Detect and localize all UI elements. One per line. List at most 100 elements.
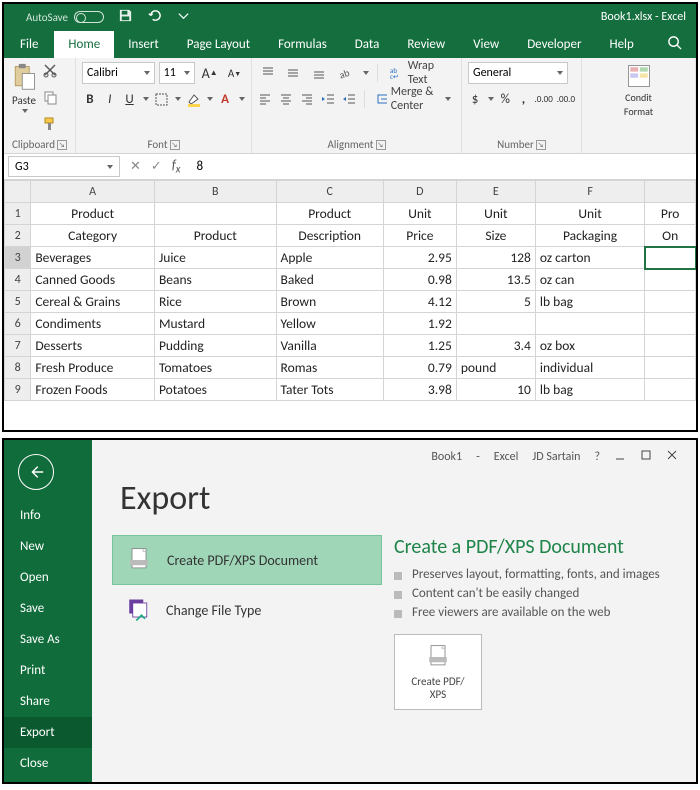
option-create-pdf-xps[interactable]: Create PDF/XPS Document [112, 535, 382, 585]
increase-decimal-icon[interactable]: .0.00 [535, 88, 553, 110]
nav-close[interactable]: Close [4, 748, 92, 779]
tab-page-layout[interactable]: Page Layout [173, 31, 264, 58]
search-icon[interactable] [661, 31, 688, 58]
copy-icon[interactable] [42, 89, 58, 110]
increase-indent-icon[interactable] [341, 88, 356, 110]
align-bottom-icon[interactable] [309, 62, 329, 84]
nav-share[interactable]: Share [4, 686, 92, 717]
align-left-icon[interactable] [258, 88, 273, 110]
back-button[interactable] [18, 454, 54, 490]
align-right-icon[interactable] [300, 88, 315, 110]
col-header[interactable] [645, 181, 696, 203]
dialog-launcher-icon[interactable]: ↘ [170, 140, 180, 150]
nav-open[interactable]: Open [4, 562, 92, 593]
tab-review[interactable]: Review [393, 31, 459, 58]
formula-input[interactable] [190, 156, 696, 177]
close-icon[interactable] [666, 449, 678, 465]
maximize-icon[interactable] [640, 449, 652, 465]
table-row[interactable]: 9Frozen FoodsPotatoesTater Tots3.9810lb … [5, 379, 696, 401]
number-format-dropdown[interactable]: General [468, 62, 568, 84]
col-header[interactable]: E [456, 181, 535, 203]
chevron-down-icon[interactable] [363, 71, 369, 75]
grow-font-icon[interactable]: A▲ [199, 62, 220, 84]
nav-print[interactable]: Print [4, 655, 92, 686]
dialog-launcher-icon[interactable]: ↘ [57, 140, 67, 150]
create-pdf-xps-button[interactable]: Create PDF/ XPS [394, 634, 482, 710]
save-icon[interactable] [118, 8, 133, 27]
table-row[interactable]: 6CondimentsMustardYellow1.92 [5, 313, 696, 335]
dialog-launcher-icon[interactable]: ↘ [536, 140, 546, 150]
cut-icon[interactable] [42, 62, 58, 83]
currency-button[interactable]: $ [468, 88, 482, 110]
tab-formulas[interactable]: Formulas [264, 31, 341, 58]
backstage-body: Book1 - Excel JD Sartain ? Export Create… [92, 440, 696, 782]
chevron-down-icon[interactable] [207, 97, 213, 101]
nav-save-as[interactable]: Save As [4, 624, 92, 655]
align-middle-icon[interactable] [284, 62, 304, 84]
table-row[interactable]: 1 Product Product Unit Unit Unit Pro [5, 203, 696, 225]
font-size-dropdown[interactable]: 11 [159, 62, 196, 84]
table-row[interactable]: 8Fresh ProduceTomatoesRomas0.79poundindi… [5, 357, 696, 379]
wrap-text-button[interactable]: abc↵ Wrap Text [386, 62, 456, 84]
chevron-down-icon[interactable] [488, 97, 494, 101]
table-row[interactable]: 5Cereal & GrainsRiceBrown4.125lb bag [5, 291, 696, 313]
orientation-icon[interactable]: ab [335, 62, 355, 84]
name-box[interactable]: G3 [8, 156, 120, 177]
enter-icon[interactable]: ✓ [151, 159, 162, 174]
tab-insert[interactable]: Insert [114, 31, 173, 58]
font-name-dropdown[interactable]: Calibri [82, 62, 155, 84]
align-center-icon[interactable] [279, 88, 294, 110]
toggle-switch-icon[interactable] [74, 11, 104, 23]
minimize-icon[interactable] [614, 449, 626, 465]
qat-more-icon[interactable] [176, 8, 191, 27]
selected-cell[interactable] [645, 247, 696, 269]
bold-button[interactable]: B [82, 88, 98, 110]
tab-home[interactable]: Home [54, 31, 114, 58]
help-icon[interactable]: ? [594, 450, 600, 464]
paste-button[interactable]: Paste [10, 62, 38, 137]
autosave-toggle[interactable]: AutoSave [26, 11, 104, 24]
decrease-decimal-icon[interactable]: .00.0 [557, 88, 575, 110]
align-top-icon[interactable] [258, 62, 278, 84]
conditional-formatting-button[interactable]: Condit Format [588, 62, 689, 118]
table-row[interactable]: 3 Beverages Juice Apple 2.95 128 oz cart… [5, 247, 696, 269]
table-row[interactable]: 7DessertsPuddingVanilla1.253.4oz box [5, 335, 696, 357]
fill-color-button[interactable] [185, 88, 201, 110]
cancel-icon[interactable]: ✕ [130, 159, 141, 174]
font-color-button[interactable]: A [217, 88, 233, 110]
col-header[interactable]: F [535, 181, 644, 203]
fx-icon[interactable]: fx [172, 158, 181, 176]
col-header[interactable]: D [383, 181, 456, 203]
underline-button[interactable]: U [122, 88, 138, 110]
decrease-indent-icon[interactable] [320, 88, 335, 110]
shrink-font-icon[interactable]: A▼ [224, 62, 245, 84]
merge-center-button[interactable]: Merge & Center [373, 88, 455, 110]
col-header[interactable]: C [276, 181, 383, 203]
comma-button[interactable]: , [516, 88, 530, 110]
tab-help[interactable]: Help [595, 31, 647, 58]
chevron-down-icon[interactable] [175, 97, 181, 101]
col-header[interactable]: B [154, 181, 276, 203]
format-painter-icon[interactable] [42, 116, 58, 137]
table-row[interactable]: 2 Category Product Description Price Siz… [5, 225, 696, 247]
spreadsheet-grid[interactable]: A B C D E F 1 Product Product Unit Unit … [4, 180, 696, 401]
italic-button[interactable]: I [102, 88, 118, 110]
nav-export[interactable]: Export [4, 717, 92, 748]
nav-new[interactable]: New [4, 531, 92, 562]
nav-info[interactable]: Info [4, 500, 92, 531]
option-change-file-type[interactable]: Change File Type [112, 585, 382, 635]
dialog-launcher-icon[interactable]: ↘ [376, 140, 386, 150]
col-header[interactable]: A [31, 181, 155, 203]
undo-icon[interactable] [147, 8, 162, 27]
tab-developer[interactable]: Developer [513, 31, 595, 58]
borders-button[interactable] [153, 88, 169, 110]
tab-view[interactable]: View [459, 31, 513, 58]
nav-save[interactable]: Save [4, 593, 92, 624]
tab-data[interactable]: Data [341, 31, 394, 58]
table-row[interactable]: 4Canned GoodsBeansBaked0.9813.5oz can [5, 269, 696, 291]
percent-button[interactable]: % [498, 88, 512, 110]
chevron-down-icon[interactable] [239, 97, 245, 101]
select-all-corner[interactable] [5, 181, 31, 203]
chevron-down-icon[interactable] [143, 97, 149, 101]
tab-file[interactable]: File [4, 31, 54, 58]
